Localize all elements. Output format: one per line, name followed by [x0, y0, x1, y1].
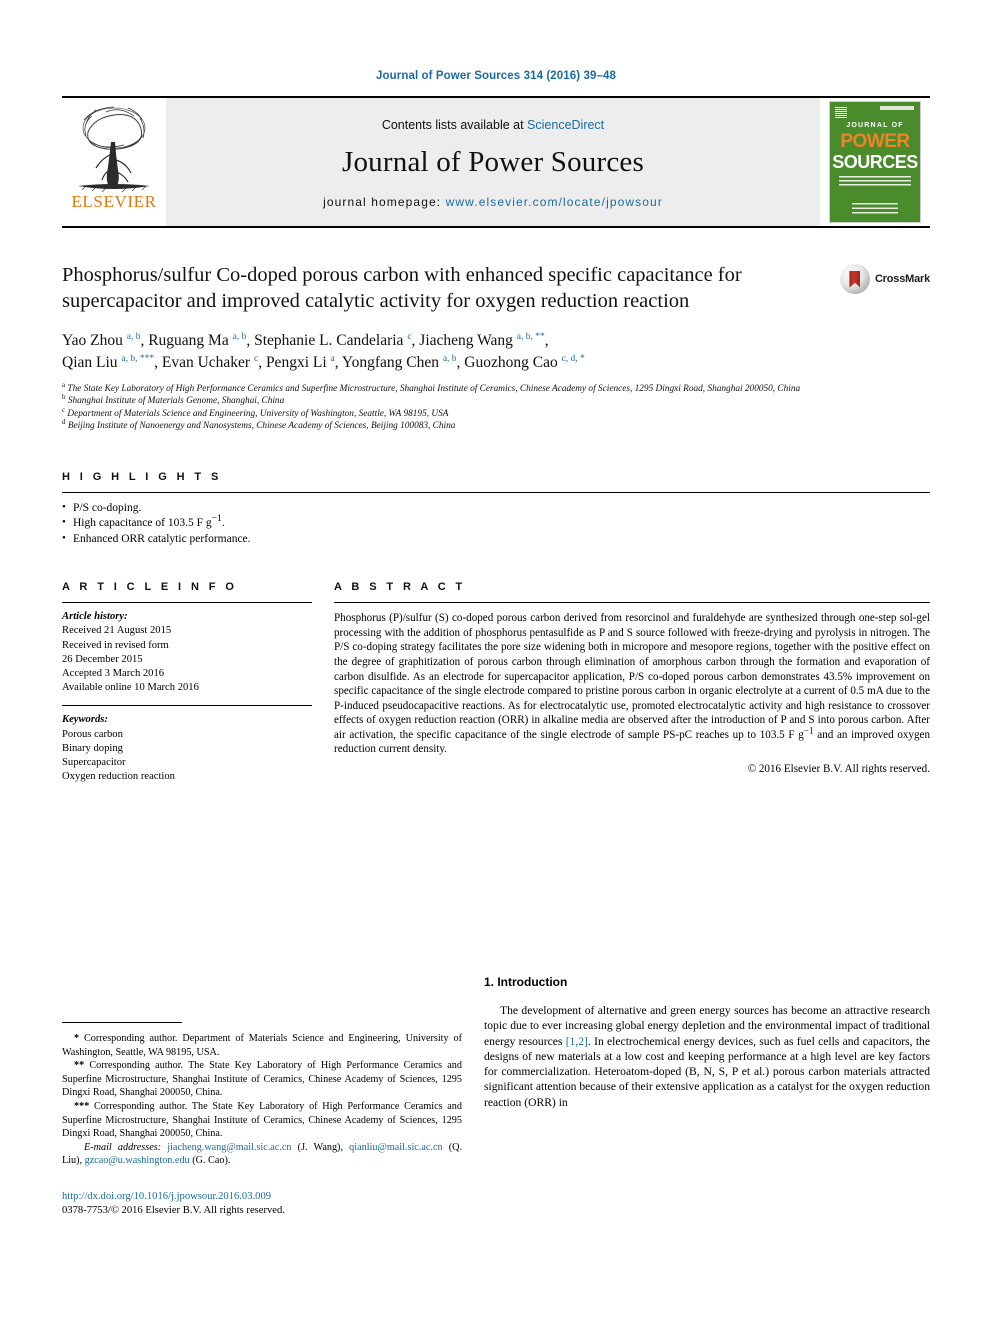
article-info-column: A R T I C L E I N F O Article history: R… [62, 581, 312, 784]
page-bottom-row: * Corresponding author. Department of Ma… [62, 975, 930, 1218]
affiliation-b: b Shanghai Institute of Materials Genome… [62, 393, 285, 407]
homepage-prefix: journal homepage: [323, 194, 446, 209]
email-link-1[interactable]: jiacheng.wang@mail.sic.ac.cn [167, 1142, 291, 1153]
article-history-label: Article history: [62, 611, 128, 623]
keyword-item: Oxygen reduction reaction [62, 771, 175, 783]
email-label: E-mail addresses: [84, 1141, 162, 1153]
abstract-column: A B S T R A C T Phosphorus (P)/sulfur (S… [334, 581, 930, 784]
corresponding-author-1: * Corresponding author. Department of Ma… [62, 1033, 462, 1058]
cover-header-bar [880, 106, 914, 110]
crossmark-label: CrossMark [874, 273, 930, 285]
email-addresses-line: E-mail addresses: jiacheng.wang@mail.sic… [62, 1141, 462, 1168]
email-owner-1: (J. Wang), [297, 1141, 343, 1153]
keyword-item: Supercapacitor [62, 756, 126, 768]
abstract-text: Phosphorus (P)/sulfur (S) co-doped porou… [334, 612, 930, 756]
running-head: Journal of Power Sources 314 (2016) 39–4… [376, 70, 616, 82]
doi-link[interactable]: http://dx.doi.org/10.1016/j.jpowsour.201… [62, 1190, 462, 1204]
cover-footer-block [852, 203, 898, 214]
highlights-section: H I G H L I G H T S P/S co-doping. High … [62, 471, 930, 548]
cover-subtitle-block [839, 176, 911, 188]
sciencedirect-link[interactable]: ScienceDirect [527, 118, 604, 132]
keywords-label: Keywords: [62, 714, 108, 726]
crossmark-badge[interactable]: CrossMark [839, 264, 930, 294]
footnote-divider [62, 1022, 182, 1023]
affiliation-d: d Beijing Institute of Nanoenergy and Na… [62, 418, 456, 432]
masthead-center: Contents lists available at ScienceDirec… [166, 98, 820, 226]
author-list: Yao Zhou a, b, Ruguang Ma a, b, Stephani… [62, 331, 585, 371]
contents-prefix: Contents lists available at [381, 117, 528, 132]
journal-title: Journal of Power Sources [342, 145, 644, 178]
corresponding-author-3: *** Corresponding author. The State Key … [62, 1100, 462, 1140]
journal-cover-block: JOURNAL OF POWER SOURCES [820, 98, 930, 226]
email-link-3[interactable]: gzcao@u.washington.edu [85, 1155, 190, 1166]
email-owner-3: (G. Cao). [192, 1155, 231, 1167]
crossmark-icon [839, 264, 870, 294]
affiliation-a: a The State Key Laboratory of High Perfo… [62, 380, 801, 394]
affiliation-c: c Department of Materials Science and En… [62, 405, 449, 419]
email-link-2[interactable]: qianliu@mail.sic.ac.cn [349, 1142, 442, 1153]
history-received: Received 21 August 2015 [62, 625, 172, 637]
article-info-heading: A R T I C L E I N F O [62, 581, 238, 594]
elsevier-tree-icon [78, 106, 150, 193]
history-online: Available online 10 March 2016 [62, 682, 199, 694]
footnotes-block: * Corresponding author. Department of Ma… [62, 1032, 462, 1168]
journal-masthead: ELSEVIER Contents lists available at Sci… [62, 96, 930, 228]
highlights-heading: H I G H L I G H T S [62, 470, 222, 483]
keyword-item: Porous carbon [62, 728, 123, 740]
abstract-divider [334, 602, 930, 604]
history-accepted: Accepted 3 March 2016 [62, 667, 165, 679]
journal-cover-image: JOURNAL OF POWER SOURCES [829, 101, 921, 223]
highlights-list: P/S co-doping. High capacitance of 103.5… [62, 500, 930, 548]
introduction-paragraph: The development of alternative and green… [484, 1004, 930, 1109]
contents-available-line: Contents lists available at ScienceDirec… [382, 118, 604, 132]
journal-homepage-line: journal homepage: www.elsevier.com/locat… [323, 195, 663, 209]
doi-block: http://dx.doi.org/10.1016/j.jpowsour.201… [62, 1190, 462, 1218]
info-abstract-row: A R T I C L E I N F O Article history: R… [62, 581, 930, 784]
keywords-block: Keywords: Porous carbon Binary doping Su… [62, 713, 312, 784]
abstract-copyright: © 2016 Elsevier B.V. All rights reserved… [747, 763, 930, 776]
cover-line-journal-of: JOURNAL OF [846, 122, 904, 129]
page-title: Phosphorus/sulfur Co-doped porous carbon… [62, 264, 742, 312]
affiliation-list: a The State Key Laboratory of High Perfo… [62, 380, 862, 433]
elsevier-logo: ELSEVIER [62, 98, 166, 226]
highlights-divider [62, 491, 930, 493]
article-page: Journal of Power Sources 314 (2016) 39–4… [0, 0, 992, 1323]
cover-line-power: POWER [840, 131, 910, 152]
highlight-item: Enhanced ORR catalytic performance. [62, 531, 930, 548]
introduction-column: 1. Introduction The development of alter… [484, 975, 930, 1218]
highlight-item: High capacitance of 103.5 F g−1. [62, 514, 930, 532]
keyword-item: Binary doping [62, 742, 123, 754]
article-info-divider [62, 602, 312, 604]
history-revised-date: 26 December 2015 [62, 653, 143, 665]
introduction-heading: 1. Introduction [484, 975, 568, 989]
issn-copyright-line: 0378-7753/© 2016 Elsevier B.V. All right… [62, 1204, 285, 1216]
footnote-column: * Corresponding author. Department of Ma… [62, 975, 462, 1218]
elsevier-wordmark: ELSEVIER [71, 192, 157, 211]
history-revised: Received in revised form [62, 639, 169, 651]
keywords-divider [62, 705, 312, 707]
cover-line-sources: SOURCES [832, 152, 918, 172]
abstract-heading: A B S T R A C T [334, 581, 466, 594]
article-history-block: Article history: Received 21 August 2015… [62, 610, 312, 695]
title-area: Phosphorus/sulfur Co-doped porous carbon… [62, 262, 930, 433]
highlight-item: P/S co-doping. [62, 500, 930, 517]
homepage-link[interactable]: www.elsevier.com/locate/jpowsour [446, 195, 663, 209]
corresponding-author-2: ** Corresponding author. The State Key L… [62, 1060, 462, 1099]
cover-elsevier-mark-icon [835, 107, 847, 118]
